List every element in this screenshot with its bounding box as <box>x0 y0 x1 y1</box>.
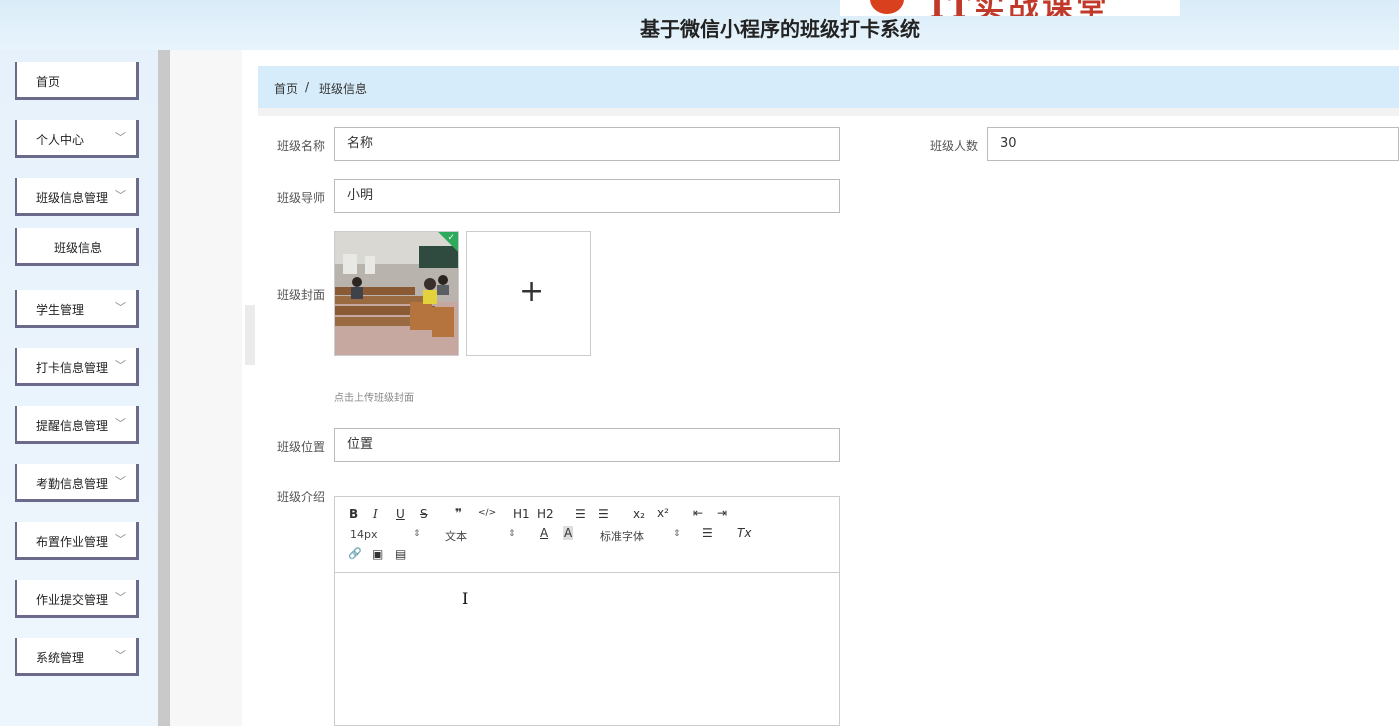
strike-button[interactable]: S <box>420 507 428 521</box>
class-tutor-label: 班级导师 <box>277 191 326 205</box>
sidebar-item-label: 系统管理 <box>36 651 85 665</box>
sidebar-item-label: 提醒信息管理 <box>36 419 109 433</box>
bold-button[interactable]: B <box>349 507 358 521</box>
chevron-down-icon: ﹀ <box>115 649 126 662</box>
sidebar-item-personal-center[interactable]: 个人中心 ﹀ <box>15 120 139 158</box>
class-tutor-input[interactable]: 小明 <box>334 179 840 213</box>
breadcrumb-divider <box>258 108 1399 116</box>
font-size-value: 14px <box>350 528 378 541</box>
underline-button[interactable]: U <box>396 507 405 521</box>
logo-text: IT实战课堂 <box>930 0 1110 16</box>
editor-content-area[interactable] <box>335 573 839 725</box>
sidebar-subitem-class-info[interactable]: 班级信息 <box>15 228 139 266</box>
blockquote-button[interactable]: ❞ <box>455 506 462 520</box>
font-size-select[interactable]: 14px ⇕ <box>350 528 421 541</box>
chevron-down-icon: ﹀ <box>115 189 126 202</box>
editor-toolbar: B I U S ❞ </> H1 H2 ☰ ☰ x₂ x² ⇤ ⇥ 14px ⇕… <box>335 497 839 573</box>
app-title: 基于微信小程序的班级打卡系统 <box>640 17 920 41</box>
logo-mark <box>870 0 904 14</box>
link-icon[interactable]: 🔗 <box>348 547 362 560</box>
outdent-icon[interactable]: ⇤ <box>693 506 703 520</box>
chevron-down-icon: ﹀ <box>115 591 126 604</box>
classroom-photo <box>335 232 458 355</box>
italic-button[interactable]: I <box>373 507 378 521</box>
select-arrow-icon: ⇕ <box>413 529 421 539</box>
breadcrumb-current: 班级信息 <box>319 82 368 96</box>
background-color-button[interactable]: A <box>563 526 574 540</box>
sidebar-item-label: 布置作业管理 <box>36 535 109 549</box>
sidebar-item-homework-submit-management[interactable]: 作业提交管理 ﹀ <box>15 580 139 618</box>
class-cover-image[interactable]: ✓ <box>334 231 459 356</box>
class-location-label: 班级位置 <box>277 440 326 454</box>
sidebar-item-label: 打卡信息管理 <box>36 361 109 375</box>
select-arrow-icon: ⇕ <box>673 529 681 539</box>
h2-button[interactable]: H2 <box>537 507 554 521</box>
sidebar-item-homework-assign-management[interactable]: 布置作业管理 ﹀ <box>15 522 139 560</box>
class-cover-label: 班级封面 <box>277 288 326 302</box>
heading-select[interactable]: 文本 ⇕ <box>445 528 516 544</box>
sidebar-item-checkin-management[interactable]: 打卡信息管理 ﹀ <box>15 348 139 386</box>
chevron-down-icon: ﹀ <box>115 475 126 488</box>
chevron-down-icon: ﹀ <box>115 359 126 372</box>
text-cursor-icon: I <box>462 589 469 608</box>
sidebar-item-system-management[interactable]: 系统管理 ﹀ <box>15 638 139 676</box>
class-intro-label: 班级介绍 <box>277 490 326 504</box>
clean-format-button[interactable]: Tx <box>737 526 751 540</box>
sidebar-item-label: 首页 <box>36 75 61 89</box>
sidebar-scroll-rail[interactable] <box>158 50 170 726</box>
sidebar-item-student-management[interactable]: 学生管理 ﹀ <box>15 290 139 328</box>
class-size-input[interactable]: 30 <box>987 127 1399 161</box>
breadcrumb: 首页 / 班级信息 <box>258 66 1399 108</box>
top-header: IT实战课堂 基于微信小程序的班级打卡系统 <box>0 0 1399 50</box>
content-gutter <box>170 50 242 726</box>
rich-text-editor: B I U S ❞ </> H1 H2 ☰ ☰ x₂ x² ⇤ ⇥ 14px ⇕… <box>334 496 840 726</box>
class-location-input[interactable]: 位置 <box>334 428 840 462</box>
class-name-input[interactable]: 名称 <box>334 127 840 161</box>
chevron-down-icon: ﹀ <box>115 131 126 144</box>
breadcrumb-separator: / <box>305 80 310 94</box>
h1-button[interactable]: H1 <box>513 507 530 521</box>
ordered-list-icon[interactable]: ☰ <box>575 507 586 521</box>
code-button[interactable]: </> <box>478 508 496 518</box>
indent-icon[interactable]: ⇥ <box>717 506 727 520</box>
sidebar-item-label: 考勤信息管理 <box>36 477 109 491</box>
image-icon[interactable]: ▣ <box>372 547 383 561</box>
superscript-button[interactable]: x² <box>657 506 669 520</box>
class-name-label: 班级名称 <box>277 139 326 153</box>
cover-upload-button[interactable]: + <box>466 231 591 356</box>
heading-value: 文本 <box>445 530 467 543</box>
bullet-list-icon[interactable]: ☰ <box>598 507 609 521</box>
cover-upload-hint: 点击上传班级封面 <box>334 393 414 404</box>
chevron-down-icon: ﹀ <box>115 301 126 314</box>
sidebar-item-label: 班级信息 <box>54 241 103 255</box>
sidebar-item-label: 学生管理 <box>36 303 85 317</box>
select-arrow-icon: ⇕ <box>508 529 516 539</box>
sidebar-item-label: 作业提交管理 <box>36 593 109 607</box>
sidebar-item-attendance-management[interactable]: 考勤信息管理 ﹀ <box>15 464 139 502</box>
breadcrumb-home[interactable]: 首页 <box>274 80 298 97</box>
gutter-decoration <box>245 305 255 365</box>
sidebar-item-home[interactable]: 首页 <box>15 62 139 100</box>
chevron-down-icon: ﹀ <box>115 533 126 546</box>
sidebar-item-reminder-management[interactable]: 提醒信息管理 ﹀ <box>15 406 139 444</box>
chevron-down-icon: ﹀ <box>115 417 126 430</box>
class-size-label: 班级人数 <box>930 139 979 153</box>
text-color-button[interactable]: A <box>540 526 548 540</box>
check-icon: ✓ <box>447 233 455 243</box>
align-icon[interactable]: ☰ <box>702 526 713 540</box>
sidebar-item-class-info-management[interactable]: 班级信息管理 ﹀ <box>15 178 139 216</box>
sidebar-item-label: 班级信息管理 <box>36 191 109 205</box>
video-icon[interactable]: ▤ <box>395 547 406 561</box>
font-family-value: 标准字体 <box>600 530 644 543</box>
plus-icon: + <box>519 274 545 309</box>
font-family-select[interactable]: 标准字体 ⇕ <box>600 528 681 544</box>
subscript-button[interactable]: x₂ <box>633 507 645 521</box>
sidebar-item-label: 个人中心 <box>36 133 85 147</box>
